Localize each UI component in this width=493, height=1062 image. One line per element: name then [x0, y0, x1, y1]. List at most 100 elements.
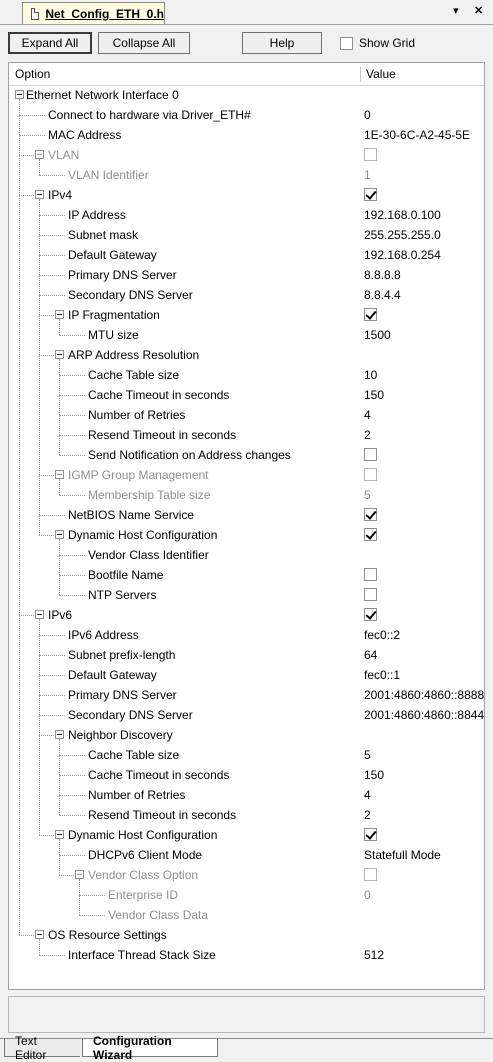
option-checkbox[interactable] — [364, 588, 377, 601]
tree-row-netbios-name-service[interactable]: NetBIOS Name Service — [9, 505, 484, 525]
collapse-icon[interactable] — [35, 190, 44, 199]
collapse-icon[interactable] — [55, 730, 64, 739]
option-checkbox[interactable] — [364, 148, 377, 161]
collapse-icon[interactable] — [55, 530, 64, 539]
tree-row-resend-timeout-in-seconds[interactable]: Resend Timeout in seconds 2 — [9, 425, 484, 445]
show-grid-checkbox[interactable] — [340, 36, 353, 50]
option-value[interactable]: 2001:4860:4860::8888 — [364, 688, 484, 702]
option-value[interactable]: 0 — [364, 888, 371, 902]
option-checkbox[interactable] — [364, 868, 377, 881]
tree-row-vendor-class-option[interactable]: Vendor Class Option — [9, 865, 484, 885]
tree-row-vendor-class-identifier[interactable]: Vendor Class Identifier — [9, 545, 484, 565]
option-value[interactable]: Statefull Mode — [364, 848, 441, 862]
tree-row-mac-address[interactable]: MAC Address 1E-30-6C-A2-45-5E — [9, 125, 484, 145]
option-value[interactable]: 2 — [364, 808, 371, 822]
option-value[interactable]: 8.8.4.4 — [364, 288, 401, 302]
tree-row-number-of-retries[interactable]: Number of Retries 4 — [9, 785, 484, 805]
tree-row-connect-to-hardware-via-driver-eth[interactable]: Connect to hardware via Driver_ETH# 0 — [9, 105, 484, 125]
tree-row-ethernet-network-interface-0[interactable]: Ethernet Network Interface 0 — [9, 85, 484, 105]
collapse-icon[interactable] — [35, 930, 44, 939]
tree-row-interface-thread-stack-size[interactable]: Interface Thread Stack Size 512 — [9, 945, 484, 965]
option-value[interactable]: 150 — [364, 768, 384, 782]
option-value[interactable]: 8.8.8.8 — [364, 268, 401, 282]
tree-row-vendor-class-data[interactable]: Vendor Class Data — [9, 905, 484, 925]
expand-all-button[interactable]: Expand All — [8, 32, 92, 54]
column-header-value[interactable]: Value — [366, 67, 396, 81]
option-value[interactable]: 1500 — [364, 328, 391, 342]
option-value[interactable]: 64 — [364, 648, 377, 662]
tree-row-ipv6-address[interactable]: IPv6 Address fec0::2 — [9, 625, 484, 645]
collapse-icon[interactable] — [75, 870, 84, 879]
collapse-icon[interactable] — [55, 310, 64, 319]
option-checkbox[interactable] — [364, 528, 377, 541]
tree-row-send-notification-on-address-changes[interactable]: Send Notification on Address changes — [9, 445, 484, 465]
tree-row-resend-timeout-in-seconds[interactable]: Resend Timeout in seconds 2 — [9, 805, 484, 825]
collapse-icon[interactable] — [15, 90, 24, 99]
option-checkbox[interactable] — [364, 828, 377, 841]
option-checkbox[interactable] — [364, 568, 377, 581]
option-checkbox[interactable] — [364, 508, 377, 521]
option-value[interactable]: 5 — [364, 748, 371, 762]
tree-row-subnet-mask[interactable]: Subnet mask 255.255.255.0 — [9, 225, 484, 245]
tree-row-vlan[interactable]: VLAN — [9, 145, 484, 165]
tree-row-primary-dns-server[interactable]: Primary DNS Server 8.8.8.8 — [9, 265, 484, 285]
tree-row-ipv6[interactable]: IPv6 — [9, 605, 484, 625]
document-tab[interactable]: Net_Config_ETH_0.h — [22, 2, 165, 24]
collapse-icon[interactable] — [55, 470, 64, 479]
tree-row-primary-dns-server[interactable]: Primary DNS Server 2001:4860:4860::8888 — [9, 685, 484, 705]
tree-row-vlan-identifier[interactable]: VLAN Identifier 1 — [9, 165, 484, 185]
option-value[interactable]: 2001:4860:4860::8844 — [364, 708, 484, 722]
tree-row-secondary-dns-server[interactable]: Secondary DNS Server 2001:4860:4860::8844 — [9, 705, 484, 725]
tree-row-cache-table-size[interactable]: Cache Table size 10 — [9, 365, 484, 385]
option-value[interactable]: 255.255.255.0 — [364, 228, 441, 242]
tree-row-cache-timeout-in-seconds[interactable]: Cache Timeout in seconds 150 — [9, 385, 484, 405]
option-value[interactable]: 1 — [364, 168, 371, 182]
tree-row-mtu-size[interactable]: MTU size 1500 — [9, 325, 484, 345]
option-checkbox[interactable] — [364, 308, 377, 321]
option-value[interactable]: 192.168.0.100 — [364, 208, 441, 222]
tree-row-cache-timeout-in-seconds[interactable]: Cache Timeout in seconds 150 — [9, 765, 484, 785]
tree-row-enterprise-id[interactable]: Enterprise ID 0 — [9, 885, 484, 905]
option-value[interactable]: fec0::2 — [364, 628, 400, 642]
show-grid-toggle[interactable]: Show Grid — [340, 36, 415, 50]
option-value[interactable]: 1E-30-6C-A2-45-5E — [364, 128, 470, 142]
tree-row-dynamic-host-configuration[interactable]: Dynamic Host Configuration — [9, 525, 484, 545]
option-value[interactable]: fec0::1 — [364, 668, 400, 682]
tree-row-number-of-retries[interactable]: Number of Retries 4 — [9, 405, 484, 425]
tree-row-igmp-group-management[interactable]: IGMP Group Management — [9, 465, 484, 485]
column-header-option[interactable]: Option — [15, 67, 50, 81]
close-icon[interactable]: ✕ — [474, 4, 483, 17]
column-divider[interactable] — [360, 66, 361, 82]
option-checkbox[interactable] — [364, 608, 377, 621]
option-value[interactable]: 2 — [364, 428, 371, 442]
tree-row-secondary-dns-server[interactable]: Secondary DNS Server 8.8.4.4 — [9, 285, 484, 305]
collapse-icon[interactable] — [35, 150, 44, 159]
tree-row-cache-table-size[interactable]: Cache Table size 5 — [9, 745, 484, 765]
tab-configuration-wizard[interactable]: Configuration Wizard — [82, 1034, 218, 1062]
tree-row-subnet-prefix-length[interactable]: Subnet prefix-length 64 — [9, 645, 484, 665]
option-checkbox[interactable] — [364, 468, 377, 481]
collapse-icon[interactable] — [55, 350, 64, 359]
tab-text-editor[interactable]: Text Editor — [4, 1034, 80, 1062]
tree-row-membership-table-size[interactable]: Membership Table size 5 — [9, 485, 484, 505]
tree-row-dynamic-host-configuration[interactable]: Dynamic Host Configuration — [9, 825, 484, 845]
tree-row-ntp-servers[interactable]: NTP Servers — [9, 585, 484, 605]
tree-row-default-gateway[interactable]: Default Gateway 192.168.0.254 — [9, 245, 484, 265]
tree-row-default-gateway[interactable]: Default Gateway fec0::1 — [9, 665, 484, 685]
option-value[interactable]: 0 — [364, 108, 371, 122]
option-value[interactable]: 10 — [364, 368, 377, 382]
option-checkbox[interactable] — [364, 188, 377, 201]
tree-row-neighbor-discovery[interactable]: Neighbor Discovery — [9, 725, 484, 745]
collapse-icon[interactable] — [35, 610, 44, 619]
tree-row-bootfile-name[interactable]: Bootfile Name — [9, 565, 484, 585]
option-value[interactable]: 150 — [364, 388, 384, 402]
option-value[interactable]: 192.168.0.254 — [364, 248, 441, 262]
tree-row-ipv4[interactable]: IPv4 — [9, 185, 484, 205]
tree-row-arp-address-resolution[interactable]: ARP Address Resolution — [9, 345, 484, 365]
collapse-icon[interactable] — [55, 830, 64, 839]
tree-row-ip-fragmentation[interactable]: IP Fragmentation — [9, 305, 484, 325]
window-menu-icon[interactable]: ▾ — [453, 4, 459, 17]
tree-row-os-resource-settings[interactable]: OS Resource Settings — [9, 925, 484, 945]
collapse-all-button[interactable]: Collapse All — [98, 32, 190, 54]
option-value[interactable]: 512 — [364, 948, 384, 962]
